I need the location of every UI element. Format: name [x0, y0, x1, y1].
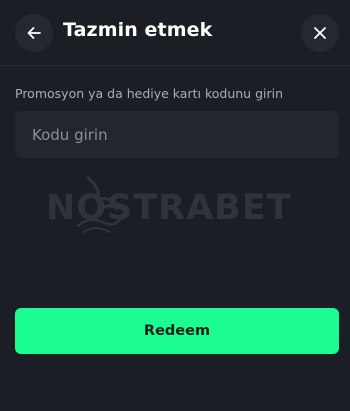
close-icon: [314, 27, 326, 39]
promo-code-input[interactable]: [15, 111, 339, 158]
dialog-header: Tazmin etmek: [0, 0, 350, 66]
watermark-text: NOSTRABET: [46, 188, 292, 228]
back-button[interactable]: [15, 14, 53, 52]
redeem-button[interactable]: Redeem: [15, 308, 339, 354]
dialog-title: Tazmin etmek: [63, 19, 213, 41]
arrow-left-icon: [27, 27, 41, 39]
watermark-logo-icon: [76, 176, 122, 233]
promo-code-label: Promosyon ya da hediye kartı kodunu giri…: [15, 86, 284, 101]
close-button[interactable]: [301, 14, 339, 52]
watermark: NOSTRABET: [40, 172, 310, 244]
